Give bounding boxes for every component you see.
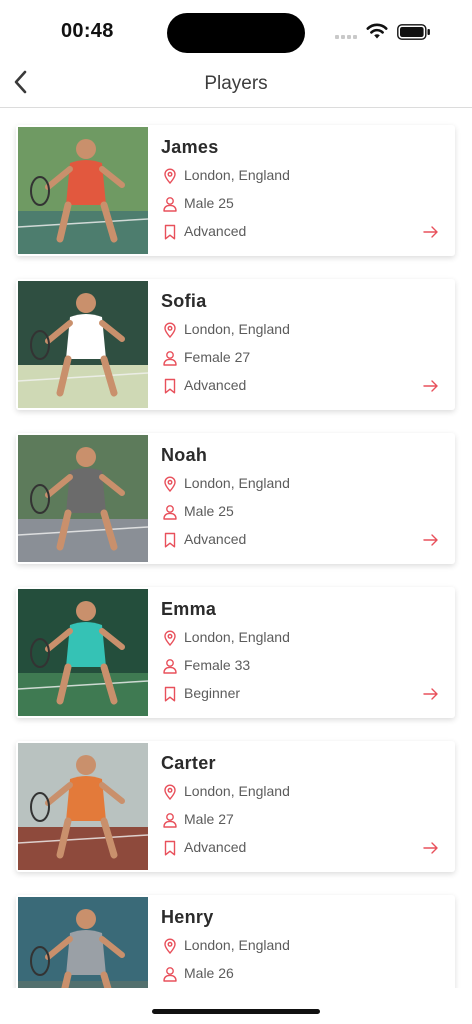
player-details: Female 27 bbox=[184, 349, 251, 365]
player-name: Noah bbox=[161, 445, 208, 465]
location-pin-icon bbox=[162, 938, 178, 955]
player-details: Male 25 bbox=[184, 503, 234, 519]
person-icon bbox=[162, 350, 178, 366]
player-details: Female 33 bbox=[184, 657, 251, 673]
dynamic-island bbox=[167, 13, 305, 53]
bookmark-icon bbox=[162, 840, 178, 856]
player-photo bbox=[18, 897, 148, 988]
navigation-bar: Players bbox=[0, 62, 472, 108]
person-icon bbox=[162, 658, 178, 674]
player-photo bbox=[18, 127, 148, 254]
player-level: Advanced bbox=[184, 531, 247, 547]
player-photo bbox=[18, 743, 148, 870]
player-name: James bbox=[161, 137, 219, 157]
person-icon bbox=[162, 812, 178, 828]
location-pin-icon bbox=[162, 784, 178, 801]
player-photo bbox=[18, 281, 148, 408]
location-pin-icon bbox=[162, 168, 178, 185]
arrow-right-icon[interactable] bbox=[423, 379, 439, 393]
player-name: Sofia bbox=[161, 291, 207, 311]
player-card-sofia[interactable]: Sofia London, England Female 27 Advanced bbox=[16, 279, 455, 410]
players-list[interactable]: James London, England Male 25 Advanced Sofia… bbox=[0, 108, 472, 988]
arrow-right-icon[interactable] bbox=[423, 687, 439, 701]
player-level: Advanced bbox=[184, 223, 247, 239]
location-pin-icon bbox=[162, 476, 178, 493]
arrow-right-icon[interactable] bbox=[423, 225, 439, 239]
player-details: Male 26 bbox=[184, 965, 234, 981]
player-location: London, England bbox=[184, 629, 290, 645]
home-indicator[interactable] bbox=[152, 1009, 320, 1014]
status-bar: 00:48 bbox=[0, 0, 472, 62]
player-details: Male 25 bbox=[184, 195, 234, 211]
player-level: Advanced bbox=[184, 377, 247, 393]
player-level: Advanced bbox=[184, 839, 247, 855]
player-location: London, England bbox=[184, 475, 290, 491]
player-photo bbox=[18, 589, 148, 716]
person-icon bbox=[162, 504, 178, 520]
player-card-emma[interactable]: Emma London, England Female 33 Beginner bbox=[16, 587, 455, 718]
location-pin-icon bbox=[162, 322, 178, 339]
page-title: Players bbox=[204, 73, 268, 94]
cellular-signal-icon bbox=[335, 31, 359, 39]
player-location: London, England bbox=[184, 167, 290, 183]
player-name: Henry bbox=[161, 907, 214, 927]
person-icon bbox=[162, 966, 178, 982]
bookmark-icon bbox=[162, 532, 178, 548]
player-card-henry[interactable]: HenryLondon, EnglandMale 26Advanced bbox=[16, 895, 455, 988]
player-card-carter[interactable]: Carter London, England Male 27 Advanced bbox=[16, 741, 455, 872]
player-card-noah[interactable]: Noah London, England Male 25 Advanced bbox=[16, 433, 455, 564]
arrow-right-icon[interactable] bbox=[423, 841, 439, 855]
player-details: Male 27 bbox=[184, 811, 234, 827]
wifi-icon bbox=[366, 23, 388, 39]
player-level: Beginner bbox=[184, 685, 241, 701]
bookmark-icon bbox=[162, 224, 178, 240]
player-location: London, England bbox=[184, 783, 290, 799]
bookmark-icon bbox=[162, 686, 178, 702]
player-name: Emma bbox=[161, 599, 217, 619]
location-pin-icon bbox=[162, 630, 178, 647]
player-photo bbox=[18, 435, 148, 562]
status-time: 00:48 bbox=[61, 20, 114, 42]
bookmark-icon bbox=[162, 378, 178, 394]
arrow-right-icon[interactable] bbox=[423, 533, 439, 547]
player-card-james[interactable]: James London, England Male 25 Advanced bbox=[16, 125, 455, 256]
player-name: Carter bbox=[161, 753, 216, 773]
player-location: London, England bbox=[184, 321, 290, 337]
person-icon bbox=[162, 196, 178, 212]
battery-icon bbox=[397, 24, 430, 40]
player-location: London, England bbox=[184, 937, 290, 953]
